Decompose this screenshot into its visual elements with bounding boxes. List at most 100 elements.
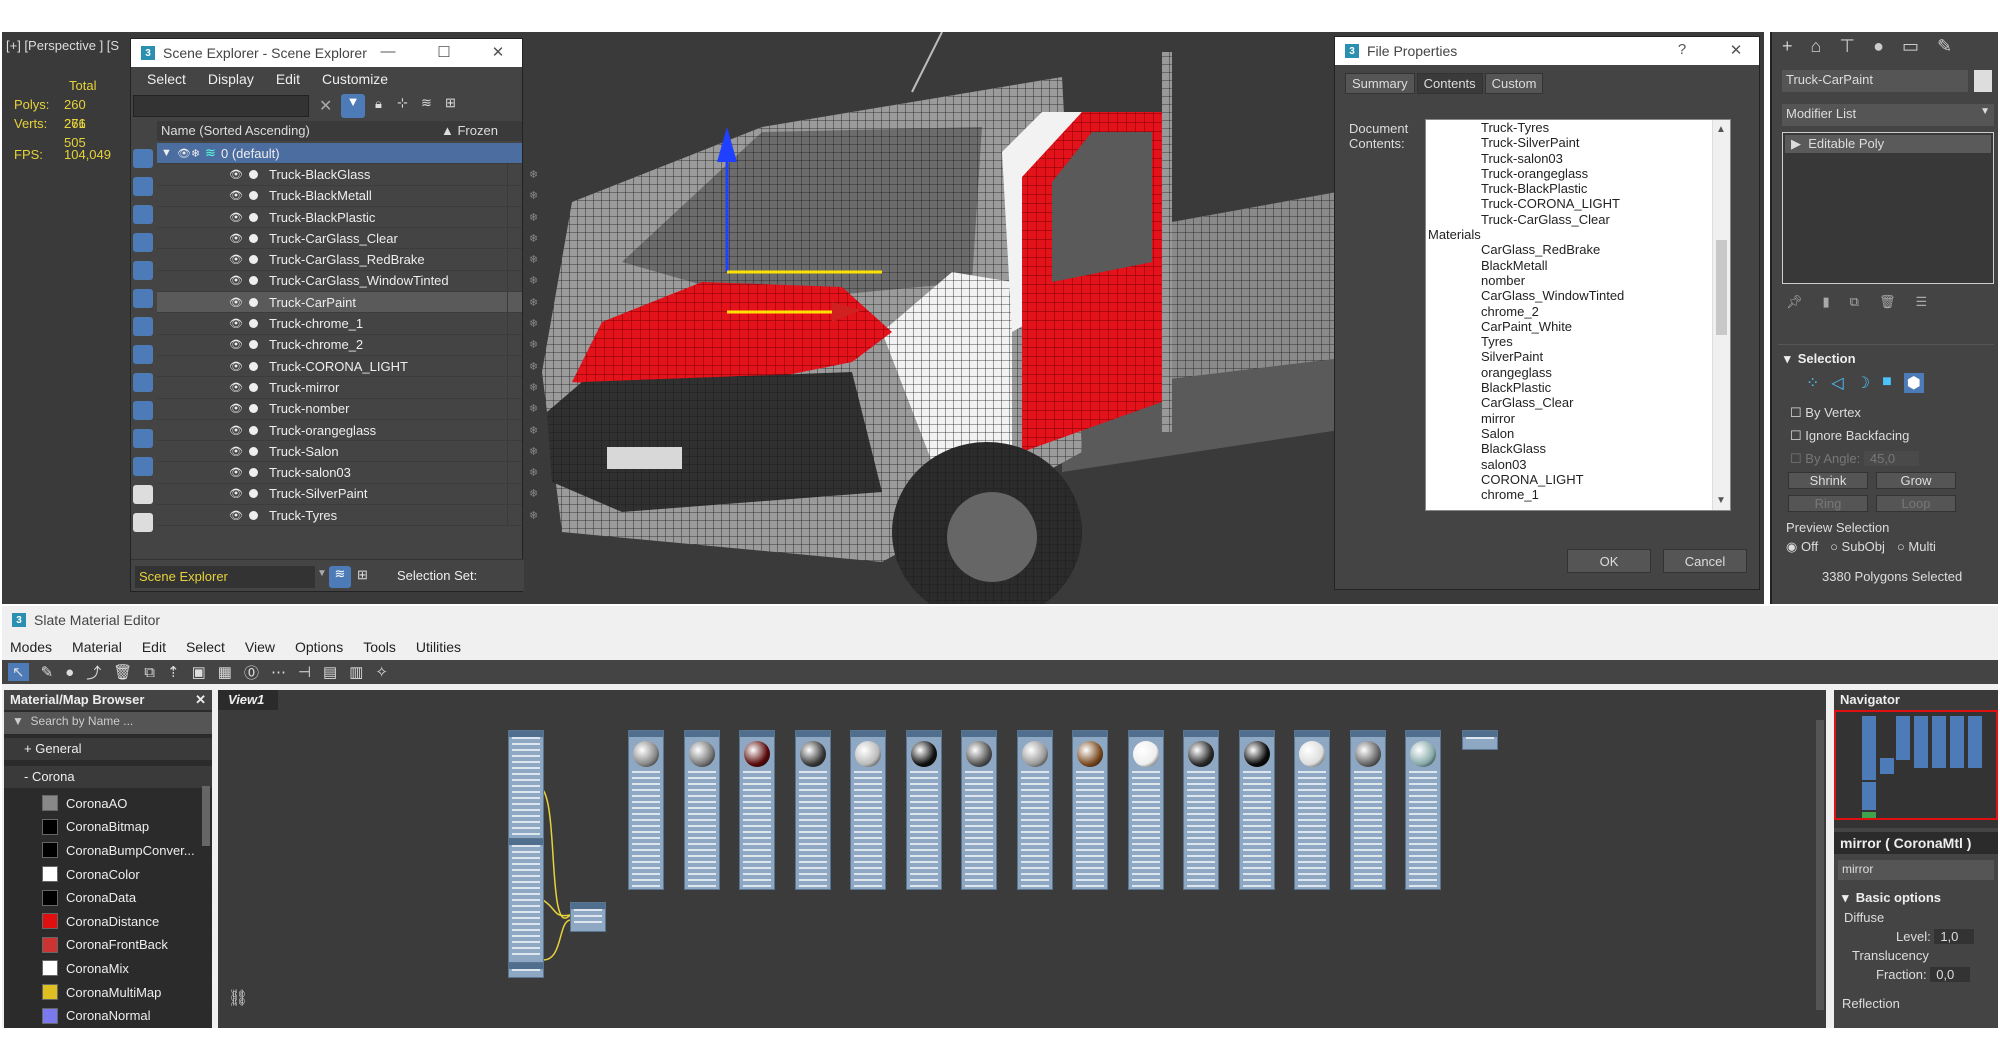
menu-select[interactable]: Select — [186, 639, 225, 655]
scroll-down-icon[interactable]: ▼ — [1716, 493, 1726, 508]
map-node[interactable] — [1462, 730, 1498, 750]
scene-explorer-titlebar[interactable]: 3 Scene Explorer - Scene Explorer — ☐ ✕ — [131, 39, 522, 67]
frozen-icon[interactable]: ❄ — [529, 381, 538, 394]
menu-select[interactable]: Select — [147, 71, 186, 87]
clear-search-icon[interactable]: ✕ — [319, 96, 332, 116]
grow-button[interactable]: Grow — [1876, 472, 1956, 489]
material-node[interactable] — [1183, 730, 1219, 890]
pick-material-icon[interactable]: ✎ — [41, 663, 54, 681]
basic-options-rollout[interactable]: ▾ Basic options — [1834, 886, 1998, 910]
material-node[interactable] — [1294, 730, 1330, 890]
cancel-button[interactable]: Cancel — [1663, 549, 1747, 573]
expand-icon[interactable]: ▼ — [161, 147, 172, 159]
make-unique-icon[interactable]: ⧉ — [1850, 294, 1859, 310]
frozen-icon[interactable]: ❄ — [529, 509, 538, 522]
map-list-item[interactable]: CoronaDistance — [32, 909, 212, 934]
material-node[interactable] — [628, 730, 664, 890]
menu-utilities[interactable]: Utilities — [416, 639, 461, 655]
polygon-icon[interactable]: ■ — [1882, 373, 1892, 393]
menu-options[interactable]: Options — [295, 639, 343, 655]
file-properties-titlebar[interactable]: 3 File Properties ? ✕ — [1335, 37, 1759, 65]
material-node[interactable] — [683, 730, 720, 890]
visibility-icon[interactable]: 👁︎ — [229, 338, 243, 351]
border-icon[interactable]: ☽ — [1856, 373, 1870, 393]
by-vertex-checkbox[interactable]: ☐ By Vertex — [1790, 401, 1994, 424]
contents-scrollbar[interactable]: ▲ ▼ — [1712, 120, 1730, 510]
visibility-icon[interactable]: 👁︎ — [229, 232, 243, 245]
visibility-icon[interactable]: 👁︎ — [177, 147, 191, 160]
delete-icon[interactable]: 🗑︎ — [113, 663, 132, 681]
material-node[interactable] — [961, 730, 997, 890]
material-id-icon[interactable]: ⓪ — [244, 662, 259, 683]
scene-object-row[interactable]: 👁︎ Truck-BlackGlass ❄ — [157, 164, 538, 186]
layers-icon[interactable]: ≋ — [421, 95, 432, 111]
nav-toggle-icon[interactable]: ✧ — [375, 663, 388, 681]
utilities-icon[interactable]: ✎ — [1937, 36, 1952, 57]
multi-material-node[interactable] — [570, 902, 606, 932]
select-tool-icon[interactable]: ↖ — [8, 663, 29, 681]
frozen-icon[interactable]: ❄ — [529, 445, 538, 458]
preview-multi-radio[interactable]: ○ Multi — [1897, 539, 1936, 555]
visibility-icon[interactable]: 👁︎ — [229, 189, 243, 202]
close-icon[interactable]: ✕ — [487, 43, 509, 63]
navigator-view[interactable] — [1834, 710, 1998, 828]
map-list-item[interactable]: CoronaMultiMap — [32, 980, 212, 1005]
frozen-icon[interactable]: ❄ — [529, 253, 538, 266]
col-name-header[interactable]: Name (Sorted Ascending) — [161, 123, 310, 138]
material-node[interactable] — [1238, 730, 1275, 890]
display-shapes-icon[interactable] — [133, 177, 153, 196]
freeze-icon[interactable]: ❄ — [191, 147, 200, 160]
close-icon[interactable]: ✕ — [1725, 41, 1747, 61]
visibility-icon[interactable]: 👁︎ — [229, 424, 243, 437]
fraction-spinner[interactable]: 0,0 — [1930, 967, 1971, 982]
tree-icon[interactable]: ⊞ — [445, 95, 456, 111]
general-group[interactable]: + General — [4, 738, 212, 760]
loop-button[interactable]: Loop — [1876, 495, 1956, 512]
material-node[interactable] — [1405, 730, 1441, 890]
display-geometry-icon[interactable] — [133, 149, 153, 168]
hide-unused-icon[interactable]: ⇡ — [167, 663, 180, 681]
by-angle-checkbox[interactable]: ☐ By Angle: 45,0 — [1790, 447, 1994, 470]
visibility-icon[interactable]: 👁︎ — [229, 402, 243, 415]
frozen-icon[interactable]: ❄ — [529, 402, 538, 415]
material-node[interactable] — [739, 730, 775, 890]
map-list-item[interactable]: CoronaAO — [32, 792, 212, 816]
visibility-icon[interactable]: 👁︎ — [229, 211, 243, 224]
visibility-icon[interactable]: 👁︎ — [229, 466, 243, 479]
visibility-icon[interactable]: 👁︎ — [229, 381, 243, 394]
frozen-icon[interactable]: ❄ — [529, 317, 538, 330]
edge-icon[interactable]: ◁ — [1831, 373, 1843, 393]
level-spinner[interactable]: 1,0 — [1934, 929, 1975, 944]
scene-object-row[interactable]: 👁︎ Truck-BlackMetall ❄ — [157, 185, 538, 207]
menu-material[interactable]: Material — [72, 639, 122, 655]
frozen-icon[interactable]: ❄ — [529, 296, 538, 309]
visibility-icon[interactable]: 👁︎ — [229, 296, 243, 309]
sme-titlebar[interactable]: 3 Slate Material Editor — [2, 606, 1998, 634]
frozen-icon[interactable]: ❄ — [529, 168, 538, 181]
browser-scrollbar[interactable] — [202, 786, 210, 846]
frozen-icon[interactable]: ❄ — [529, 211, 538, 224]
scene-object-row[interactable]: 👁︎ Truck-orangeglass ❄ — [157, 419, 538, 442]
map-list-item[interactable]: CoronaData — [32, 886, 212, 910]
modifier-list-dropdown[interactable]: Modifier List ▼ — [1782, 104, 1994, 126]
selection-rollout-header[interactable]: ▾ Selection — [1778, 345, 1994, 373]
scene-object-row[interactable]: 👁︎ Truck-BlackPlastic ❄ — [157, 206, 538, 229]
object-color-swatch[interactable] — [1974, 70, 1992, 92]
filter-icon[interactable]: ▼ — [341, 94, 365, 118]
material-node[interactable] — [1127, 730, 1164, 890]
scene-object-row[interactable]: 👁︎ Truck-salon03 ❄ — [157, 462, 538, 484]
corona-group[interactable]: - Corona — [4, 766, 212, 788]
visibility-icon[interactable]: 👁︎ — [229, 168, 243, 181]
visibility-icon[interactable]: 👁︎ — [229, 509, 243, 522]
scroll-thumb[interactable] — [1716, 240, 1727, 335]
material-node[interactable] — [1016, 730, 1053, 890]
display-helpers-icon[interactable] — [133, 261, 153, 280]
map-node[interactable] — [508, 730, 544, 850]
display-spacewarps-icon[interactable] — [133, 289, 153, 308]
modify-icon[interactable]: ⌂ — [1811, 36, 1822, 57]
ignore-backfacing-checkbox[interactable]: ☐ Ignore Backfacing — [1790, 424, 1994, 447]
visibility-icon[interactable]: 👁︎ — [229, 274, 243, 287]
scene-object-row[interactable]: 👁︎ Truck-chrome_1 ❄ — [157, 313, 538, 335]
material-node[interactable] — [1072, 730, 1108, 890]
scene-object-row[interactable]: 👁︎ Truck-Salon ❄ — [157, 441, 538, 463]
